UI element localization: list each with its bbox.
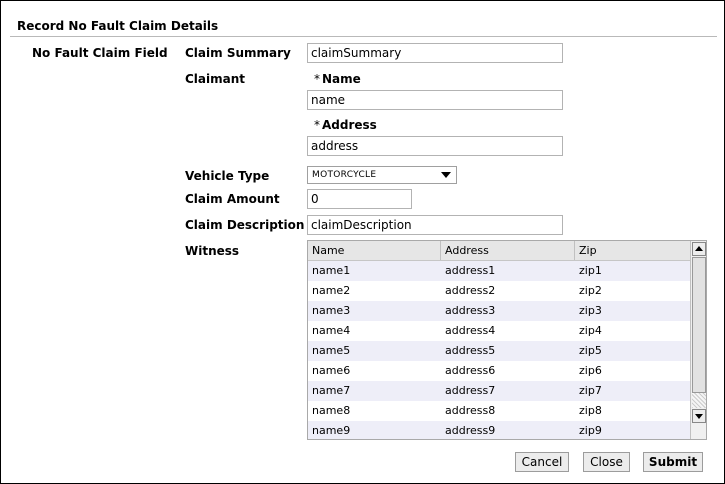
claimant-address-label: * Address (314, 118, 377, 132)
title-divider (10, 36, 717, 37)
required-marker: * (314, 72, 320, 86)
table-row[interactable]: name2 address2 zip2 (308, 281, 690, 301)
cell-address: address8 (445, 404, 496, 417)
claimant-address-input[interactable] (307, 136, 563, 156)
chevron-down-icon[interactable] (441, 172, 451, 178)
cell-zip: zip3 (579, 304, 602, 317)
column-header-name[interactable]: Name (308, 241, 441, 260)
scroll-up-button[interactable] (692, 242, 706, 256)
form-title: Record No Fault Claim Details (17, 19, 219, 33)
arrow-down-icon (695, 414, 703, 419)
column-header-zip[interactable]: Zip (575, 241, 690, 260)
close-button[interactable]: Close (583, 452, 630, 472)
cell-address: address9 (445, 424, 496, 437)
cancel-button[interactable]: Cancel (515, 452, 569, 472)
cell-zip: zip7 (579, 384, 602, 397)
cell-name: name3 (312, 304, 351, 317)
claim-amount-label: Claim Amount (185, 192, 280, 206)
column-header-address[interactable]: Address (441, 241, 575, 260)
cell-name: name6 (312, 364, 351, 377)
cell-address: address2 (445, 284, 496, 297)
cell-address: address3 (445, 304, 496, 317)
name-label-text: Name (322, 72, 361, 86)
table-row[interactable]: name7 address7 zip7 (308, 381, 690, 401)
witness-grid[interactable]: Name Address Zip name1 address1 zip1 name2 a… (307, 240, 707, 440)
cell-address: address1 (445, 264, 496, 277)
address-label-text: Address (322, 118, 377, 132)
cell-address: address4 (445, 324, 496, 337)
claim-description-label: Claim Description (185, 218, 305, 232)
table-row[interactable]: name3 address3 zip3 (308, 301, 690, 321)
cell-name: name2 (312, 284, 351, 297)
cell-name: name7 (312, 384, 351, 397)
cell-address: address5 (445, 344, 496, 357)
cell-name: name9 (312, 424, 351, 437)
claim-amount-input[interactable] (307, 189, 412, 209)
table-row[interactable]: name1 address1 zip1 (308, 261, 690, 281)
claim-summary-input[interactable] (307, 43, 563, 63)
scroll-thumb[interactable] (692, 257, 706, 393)
cell-address: address7 (445, 384, 496, 397)
vertical-scrollbar[interactable] (690, 241, 706, 439)
scroll-track[interactable] (692, 393, 706, 408)
required-marker: * (314, 118, 320, 132)
arrow-up-icon (695, 246, 703, 251)
table-row[interactable]: name9 address9 zip9 (308, 421, 690, 439)
vehicle-type-label: Vehicle Type (185, 169, 270, 183)
claimant-label: Claimant (185, 72, 246, 86)
claimant-name-label: * Name (314, 72, 361, 86)
cell-name: name1 (312, 264, 351, 277)
table-row[interactable]: name4 address4 zip4 (308, 321, 690, 341)
table-row[interactable]: name6 address6 zip6 (308, 361, 690, 381)
claim-summary-label: Claim Summary (185, 46, 291, 60)
cell-name: name5 (312, 344, 351, 357)
table-row[interactable]: name5 address5 zip5 (308, 341, 690, 361)
vehicle-type-select[interactable]: MOTORCYCLE (307, 166, 457, 184)
cell-name: name4 (312, 324, 351, 337)
table-row[interactable]: name8 address8 zip8 (308, 401, 690, 421)
cell-zip: zip6 (579, 364, 602, 377)
cell-zip: zip5 (579, 344, 602, 357)
cell-address: address6 (445, 364, 496, 377)
cell-zip: zip8 (579, 404, 602, 417)
cell-name: name8 (312, 404, 351, 417)
group-label: No Fault Claim Field (32, 46, 168, 60)
cell-zip: zip4 (579, 324, 602, 337)
witness-label: Witness (185, 244, 240, 258)
submit-button[interactable]: Submit (643, 452, 703, 472)
claim-description-input[interactable] (307, 215, 563, 235)
grid-header: Name Address Zip (308, 241, 690, 261)
cell-zip: zip1 (579, 264, 602, 277)
scroll-down-button[interactable] (692, 409, 706, 423)
cell-zip: zip9 (579, 424, 602, 437)
cell-zip: zip2 (579, 284, 602, 297)
vehicle-type-value: MOTORCYCLE (312, 170, 377, 180)
claimant-name-input[interactable] (307, 90, 563, 110)
